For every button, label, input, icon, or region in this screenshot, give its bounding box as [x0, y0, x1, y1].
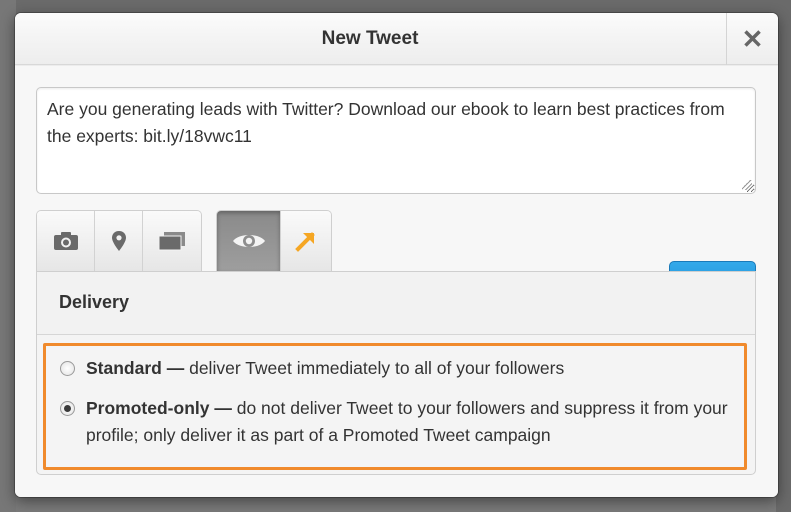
promoted-only-option-text: Promoted-only — do not deliver Tweet to … [86, 395, 740, 449]
eye-icon [232, 235, 265, 247]
media-toolbar [36, 210, 202, 271]
promoted-only-label: Promoted-only [86, 398, 210, 418]
promote-arrow-icon [295, 232, 315, 252]
resize-handle[interactable] [742, 180, 752, 190]
dialog-body: Are you generating leads with Twitter? D… [15, 66, 778, 497]
close-button[interactable]: ✕ [726, 13, 778, 65]
delivery-option-promoted-only[interactable]: Promoted-only — do not deliver Tweet to … [60, 395, 740, 449]
dialog-header: New Tweet ✕ [15, 13, 778, 65]
close-icon: ✕ [741, 24, 764, 54]
background-left-strip [0, 0, 16, 512]
tweet-text-input[interactable]: Are you generating leads with Twitter? D… [36, 87, 756, 194]
options-toolbar [216, 210, 332, 271]
add-location-button[interactable] [95, 211, 143, 271]
standard-label: Standard [86, 358, 162, 378]
delivery-options-button[interactable] [217, 211, 281, 271]
camera-icon [53, 232, 78, 250]
option-dash: — [209, 398, 237, 418]
dialog-title: New Tweet [321, 28, 419, 49]
add-media-button[interactable] [143, 211, 201, 271]
location-pin-icon [111, 231, 126, 251]
add-photo-button[interactable] [37, 211, 95, 271]
standard-description: deliver Tweet immediately to all of your… [189, 358, 565, 378]
media-stack-icon [158, 232, 185, 251]
promoted-only-radio[interactable] [60, 401, 75, 416]
delivery-header: Delivery [37, 272, 755, 335]
tweet-text: Are you generating leads with Twitter? D… [47, 99, 725, 146]
delivery-option-standard[interactable]: Standard — deliver Tweet immediately to … [60, 355, 740, 382]
delivery-options: Standard — deliver Tweet immediately to … [43, 343, 747, 470]
delivery-panel: Delivery Standard — deliver Tweet immedi… [36, 271, 756, 475]
promote-button[interactable] [281, 211, 331, 271]
new-tweet-dialog: New Tweet ✕ Are you generating leads wit… [15, 13, 778, 497]
standard-radio[interactable] [60, 361, 75, 376]
standard-option-text: Standard — deliver Tweet immediately to … [86, 355, 564, 382]
option-dash: — [161, 358, 190, 378]
background-bottom-strip [16, 496, 776, 512]
delivery-title: Delivery [59, 292, 130, 312]
